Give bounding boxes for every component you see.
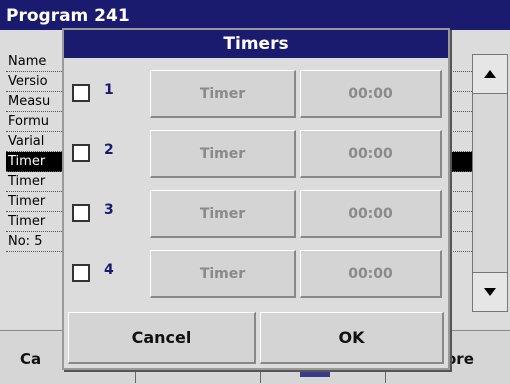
timer-2-button[interactable]: Timer — [150, 130, 296, 178]
timer-1-time-button[interactable]: 00:00 — [300, 70, 442, 118]
timer-row-4: 4 Timer 00:00 — [64, 244, 448, 304]
timer-3-number: 3 — [104, 202, 114, 218]
scroll-up-button[interactable] — [472, 54, 508, 94]
bottom-indicator — [300, 372, 330, 377]
scroll-down-button[interactable] — [472, 272, 508, 312]
background-cancel-button[interactable]: Ca — [20, 350, 41, 368]
program-title-bar: Program 241 — [0, 0, 510, 30]
timer-3-checkbox[interactable] — [72, 204, 90, 222]
timer-2-number: 2 — [104, 142, 114, 158]
timer-3-button[interactable]: Timer — [150, 190, 296, 238]
dialog-title: Timers — [64, 30, 448, 58]
cancel-button[interactable]: Cancel — [68, 312, 256, 364]
timer-1-checkbox[interactable] — [72, 84, 90, 102]
timer-row-3: 3 Timer 00:00 — [64, 184, 448, 244]
timer-4-button[interactable]: Timer — [150, 250, 296, 298]
timer-4-time-button[interactable]: 00:00 — [300, 250, 442, 298]
scroll-down-arrow-icon — [484, 288, 496, 296]
timer-2-time-button[interactable]: 00:00 — [300, 130, 442, 178]
timers-dialog: Timers 1 Timer 00:00 2 Timer 00:00 3 Tim… — [62, 28, 450, 370]
timer-4-number: 4 — [104, 262, 114, 278]
timer-1-button[interactable]: Timer — [150, 70, 296, 118]
timer-row-2: 2 Timer 00:00 — [64, 124, 448, 184]
ok-button[interactable]: OK — [260, 312, 444, 364]
timer-4-checkbox[interactable] — [72, 264, 90, 282]
timer-3-time-button[interactable]: 00:00 — [300, 190, 442, 238]
bottom-separator — [135, 372, 136, 383]
background-more-button[interactable]: ore — [446, 350, 474, 368]
bottom-separator — [260, 372, 261, 383]
scrollbar-track[interactable] — [472, 94, 508, 272]
timer-row-1: 1 Timer 00:00 — [64, 64, 448, 124]
timer-2-checkbox[interactable] — [72, 144, 90, 162]
bottom-separator — [385, 372, 386, 383]
program-title: Program 241 — [6, 6, 130, 26]
scroll-up-arrow-icon — [484, 70, 496, 78]
timer-1-number: 1 — [104, 82, 114, 98]
